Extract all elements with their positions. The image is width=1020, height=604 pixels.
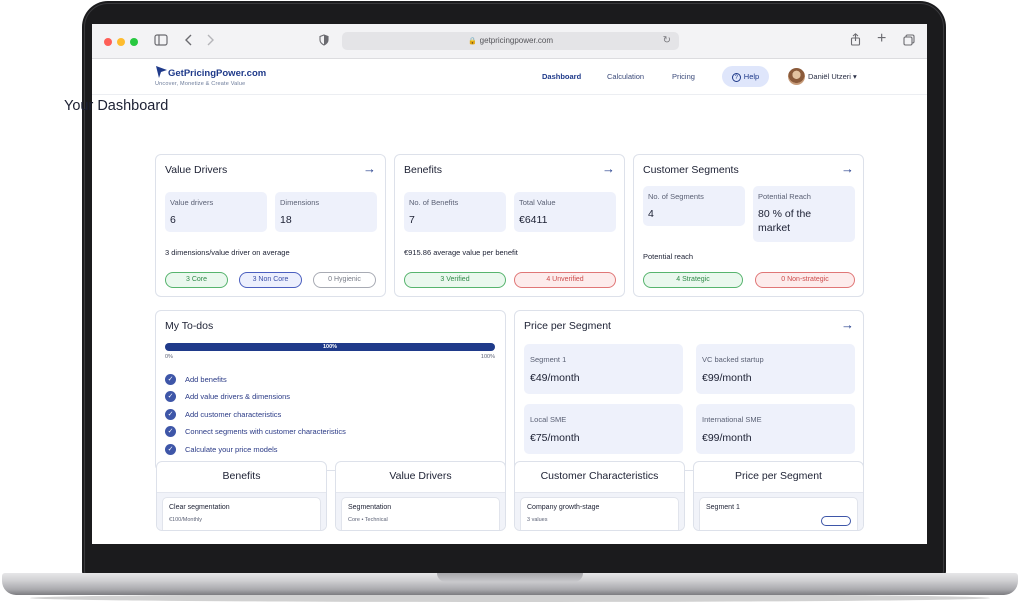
- zoom-window-button[interactable]: [130, 38, 138, 46]
- segment-name: International SME: [702, 415, 762, 424]
- brand-name: GetPricingPower.com: [168, 68, 267, 79]
- avatar[interactable]: [788, 68, 805, 85]
- page-title: Your Dashboard: [64, 98, 169, 114]
- stat-value: 18: [280, 214, 292, 226]
- question-icon: ?: [731, 73, 741, 82]
- segment-price: €99/month: [702, 372, 752, 384]
- stat-potential-reach: Potential Reach 80 % of the market: [753, 186, 855, 242]
- hygienic-badge[interactable]: 0 Hygienic: [313, 272, 376, 288]
- card-note: Potential reach: [643, 252, 694, 261]
- todos-card: My To-dos 100% 0% 100% ✓ Add benefits ✓ …: [155, 310, 506, 471]
- stat-label: No. of Segments: [648, 192, 704, 201]
- logo-arrow-icon: [156, 66, 167, 78]
- segment-price-tile[interactable]: International SME €99/month: [696, 404, 855, 454]
- check-circle-icon: ✓: [165, 391, 176, 402]
- stat-dimensions: Dimensions 18: [275, 192, 377, 232]
- help-button[interactable]: ? Help: [722, 66, 769, 87]
- card-title: My To-dos: [165, 320, 214, 332]
- laptop-notch: [437, 573, 583, 582]
- segment-name: Local SME: [530, 415, 567, 424]
- card-title: Value Drivers: [165, 164, 228, 176]
- app-navbar: GetPricingPower.com Uncover, Monetize & …: [92, 59, 927, 95]
- lock-icon: 🔒: [467, 38, 477, 45]
- laptop-shadow: [30, 594, 990, 602]
- card-title: Price per Segment: [524, 320, 611, 332]
- brand-tagline: Uncover, Monetize & Create Value: [155, 81, 246, 87]
- todo-label: Add value drivers & dimensions: [185, 392, 291, 401]
- stat-value: 80 % of the market: [758, 208, 812, 234]
- share-icon[interactable]: [850, 33, 861, 49]
- progress-max-label: 100%: [480, 354, 495, 360]
- todo-progress-bar: 100%: [165, 343, 495, 351]
- segment-name: Segment 1: [530, 355, 567, 364]
- non-strategic-badge[interactable]: 0 Non-strategic: [755, 272, 855, 288]
- stat-value: €6411: [519, 214, 548, 226]
- stat-total-value: Total Value €6411: [514, 192, 616, 232]
- close-window-button[interactable]: [104, 38, 112, 46]
- browser-toolbar: 🔒 getpricingpower.com ↻ +: [92, 24, 927, 59]
- arrow-right-icon[interactable]: →: [841, 317, 854, 332]
- core-badge[interactable]: 3 Core: [165, 272, 228, 288]
- tab-overview-icon[interactable]: [903, 33, 915, 49]
- card-note: €915.86 average value per benefit: [404, 248, 518, 257]
- stat-no-of-segments: No. of Segments 4: [643, 186, 745, 226]
- arrow-right-icon[interactable]: →: [841, 161, 854, 176]
- check-circle-icon: ✓: [165, 444, 176, 455]
- segment-price: €49/month: [530, 372, 580, 384]
- stat-value: 4: [648, 208, 654, 220]
- stat-label: Total Value: [519, 198, 556, 207]
- stat-label: Potential Reach: [758, 192, 811, 201]
- stat-no-of-benefits: No. of Benefits 7: [404, 192, 506, 232]
- nav-dashboard[interactable]: Dashboard: [542, 72, 581, 81]
- price-per-segment-card: Price per Segment → Segment 1 €49/month …: [514, 310, 864, 471]
- arrow-right-icon[interactable]: →: [602, 161, 615, 176]
- benefits-card: Benefits → No. of Benefits 7 Total Value…: [394, 154, 625, 297]
- progress-min-label: 0%: [165, 354, 173, 360]
- non-core-badge[interactable]: 3 Non Core: [239, 272, 302, 288]
- card-title: Customer Segments: [643, 164, 739, 176]
- value-drivers-card: Value Drivers → Value drivers 6 Dimensio…: [155, 154, 386, 297]
- segment-price: €99/month: [702, 432, 752, 444]
- check-circle-icon: ✓: [165, 374, 176, 385]
- card-title: Benefits: [404, 164, 442, 176]
- segment-price-tile[interactable]: VC backed startup €99/month: [696, 344, 855, 394]
- forward-icon[interactable]: [205, 33, 215, 49]
- user-menu[interactable]: Daniël Utzeri ▾: [808, 72, 857, 81]
- check-circle-icon: ✓: [165, 409, 176, 420]
- todo-label: Calculate your price models: [185, 445, 278, 454]
- strategic-badge[interactable]: 4 Strategic: [643, 272, 743, 288]
- card-note: 3 dimensions/value driver on average: [165, 248, 290, 257]
- segment-price: €75/month: [530, 432, 580, 444]
- privacy-shield-icon[interactable]: [319, 33, 329, 49]
- check-circle-icon: ✓: [165, 426, 176, 437]
- todo-label: Add customer characteristics: [185, 410, 282, 419]
- customer-segments-card: Customer Segments → No. of Segments 4 Po…: [633, 154, 864, 297]
- stat-label: Value drivers: [170, 198, 214, 207]
- unverified-badge[interactable]: 4 Unverified: [514, 272, 616, 288]
- reload-icon[interactable]: ↻: [663, 32, 671, 50]
- stat-label: No. of Benefits: [409, 198, 459, 207]
- sidebar-toggle-icon[interactable]: [154, 33, 168, 49]
- new-tab-icon[interactable]: +: [877, 31, 886, 47]
- nav-pricing[interactable]: Pricing: [672, 72, 695, 81]
- stat-value: 7: [409, 214, 415, 226]
- nav-calculation[interactable]: Calculation: [607, 72, 644, 81]
- segment-price-tile[interactable]: Local SME €75/month: [524, 404, 683, 454]
- url-text: getpricingpower.com: [479, 36, 554, 45]
- back-icon[interactable]: [184, 33, 194, 49]
- segment-name: VC backed startup: [702, 355, 764, 364]
- stat-value-drivers: Value drivers 6: [165, 192, 267, 232]
- todo-label: Connect segments with customer character…: [185, 427, 346, 436]
- segment-price-tile[interactable]: Segment 1 €49/month: [524, 344, 683, 394]
- arrow-right-icon[interactable]: →: [363, 161, 376, 176]
- stat-value: 6: [170, 214, 176, 226]
- address-bar[interactable]: 🔒 getpricingpower.com ↻: [342, 32, 679, 50]
- progress-label: 100%: [322, 344, 338, 350]
- minimize-window-button[interactable]: [117, 38, 125, 46]
- verified-badge[interactable]: 3 Verified: [404, 272, 506, 288]
- help-label: Help: [743, 72, 760, 81]
- todo-label: Add benefits: [185, 375, 227, 384]
- stat-label: Dimensions: [280, 198, 320, 207]
